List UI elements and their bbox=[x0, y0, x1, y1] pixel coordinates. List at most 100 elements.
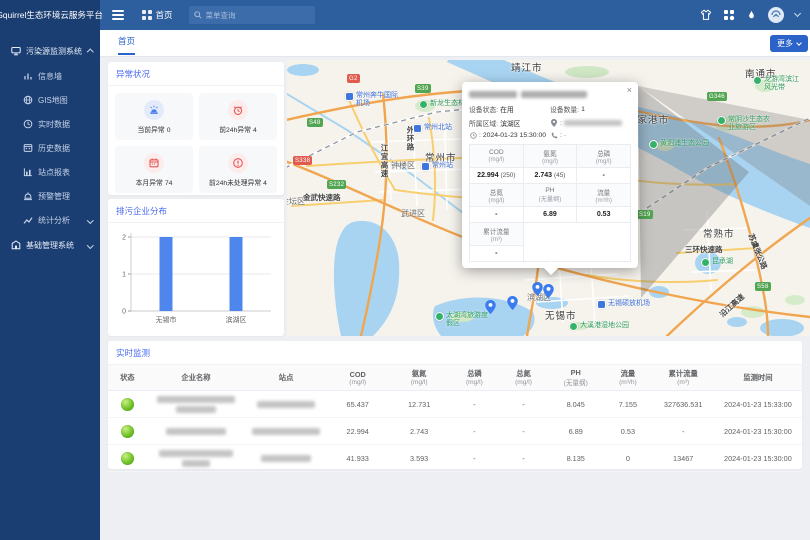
region-field: 所属区域:滨湖区 bbox=[469, 118, 550, 128]
device-pin-icon[interactable] bbox=[543, 284, 554, 298]
metric-value-flow: 0.53 bbox=[577, 207, 631, 223]
alert-manage-icon bbox=[22, 191, 33, 201]
map-poi-airport[interactable]: 常州奔牛国际机场 bbox=[345, 92, 409, 108]
search-input[interactable] bbox=[206, 11, 310, 20]
map-poi-green[interactable]: 黄泗浦生态公园 bbox=[649, 140, 709, 149]
map-poi-green[interactable]: 昆承湖 bbox=[701, 258, 733, 267]
map-poi-green[interactable]: 太湖湾旅游度假区 bbox=[435, 312, 499, 328]
hamburger-menu-icon[interactable] bbox=[112, 10, 124, 20]
map-poi-green[interactable]: 新龙生态林 bbox=[419, 100, 465, 109]
stat-card-current-abnormal[interactable]: 当前异常0 bbox=[115, 93, 193, 140]
map-label-road: 三环快速路 bbox=[685, 244, 723, 255]
search-icon bbox=[194, 11, 202, 19]
sidebar-item-alert-manage[interactable]: 预警管理 bbox=[0, 184, 100, 208]
menu-search[interactable] bbox=[189, 6, 315, 24]
bar-无锡市 bbox=[160, 237, 173, 311]
table-row[interactable]: 41.933 3.593 - - 8.135 0 13467 2024-01-2… bbox=[108, 445, 802, 472]
more-button[interactable]: 更多 bbox=[770, 35, 808, 52]
table-row[interactable]: 65.437 12.731 - - 8.045 7.155 327636.531… bbox=[108, 391, 802, 418]
map-poi-airport[interactable]: 无锡硕放机场 bbox=[597, 300, 650, 309]
calendar-icon bbox=[144, 153, 164, 173]
bar-滨湖区 bbox=[230, 237, 243, 311]
status-online-dot bbox=[121, 425, 134, 438]
svg-text:滨湖区: 滨湖区 bbox=[226, 315, 247, 324]
platform-logo: Squirrel生态环境云服务平台 bbox=[0, 0, 100, 30]
company-name-redacted bbox=[147, 445, 245, 472]
sidebar-item-gis-map[interactable]: GIS地图 bbox=[0, 88, 100, 112]
sidebar-section-base-manage[interactable]: 基础管理系统 bbox=[0, 232, 100, 258]
metric-value-total-flow: - bbox=[470, 246, 524, 262]
lake-marker-icon bbox=[701, 258, 710, 267]
road-badge: G346 bbox=[707, 92, 727, 101]
svg-text:无锡市: 无锡市 bbox=[156, 315, 177, 324]
map-poi-green[interactable]: 常阴沙生态农业旅游区 bbox=[717, 116, 783, 132]
station-name-redacted bbox=[245, 418, 327, 445]
stat-card-24h-abnormal[interactable]: 前24h异常4 bbox=[199, 93, 277, 140]
gis-map[interactable]: G2 S39 S48 S338 S232 G42 G346 S19 S229 S… bbox=[287, 60, 810, 336]
sidebar-item-history-data[interactable]: 历史数据 bbox=[0, 136, 100, 160]
airport-marker-icon bbox=[597, 300, 606, 309]
status-online-dot bbox=[121, 398, 134, 411]
road-badge: G2 bbox=[347, 74, 360, 83]
apps-layout-icon[interactable] bbox=[723, 9, 735, 21]
park-marker-icon bbox=[419, 100, 428, 109]
map-label-city: 靖江市 bbox=[511, 60, 543, 74]
map-poi-station[interactable]: 常州北站 bbox=[413, 124, 452, 133]
station-report-icon bbox=[22, 167, 33, 177]
user-avatar[interactable] bbox=[768, 7, 784, 23]
device-pin-icon[interactable] bbox=[507, 296, 518, 310]
map-label-road: 江宜高速 bbox=[379, 144, 390, 178]
map-poi-green[interactable]: 大溪港湿地公园 bbox=[569, 322, 629, 331]
stat-value: 0 bbox=[167, 127, 171, 134]
map-poi-green[interactable]: 龙游湾滨江风光带 bbox=[753, 76, 810, 92]
device-count-field: 设备数量:1 bbox=[550, 104, 631, 114]
map-label-district: 武进区 bbox=[401, 208, 425, 219]
gis-map-icon bbox=[22, 95, 33, 105]
close-icon[interactable]: × bbox=[627, 86, 632, 95]
sidebar-section-pollution-monitor[interactable]: 污染源监测系统 bbox=[0, 38, 100, 64]
panel-title: 异常状况 bbox=[108, 62, 284, 86]
realtime-data-icon bbox=[22, 119, 33, 129]
device-pin-icon[interactable] bbox=[532, 282, 543, 296]
stat-card-month-abnormal[interactable]: 本月异常74 bbox=[115, 146, 193, 193]
phone-field: :· bbox=[550, 132, 631, 139]
realtime-table: 状态 企业名称 站点 COD(mg/l) 氨氮(mg/l) 总磷(mg/l) 总… bbox=[108, 365, 802, 472]
popup-metrics-table: COD(mg/l) 氨氮(mg/l) 总磷(mg/l) 22.994 (250)… bbox=[469, 144, 631, 262]
abnormal-status-panel: 异常状况 当前异常0 前24h异常4 本月异常74 bbox=[108, 62, 284, 195]
clock-icon bbox=[469, 132, 477, 139]
bar-chart: 012无锡市滨湖区 bbox=[108, 223, 284, 342]
realtime-monitor-panel: 实时监测 状态 企业名称 站点 COD(mg/l) 氨氮(mg/l) 总磷(mg… bbox=[108, 341, 802, 469]
metric-value-tp: - bbox=[577, 168, 631, 184]
park-marker-icon bbox=[569, 322, 578, 331]
sidebar-item-stats-analysis[interactable]: 统计分析 bbox=[0, 208, 100, 232]
sidebar-item-info-wall[interactable]: 信息墙 bbox=[0, 64, 100, 88]
device-info-popup: × 设备状态:在用 设备数量:1 所属区域:滨湖区 : :2024-01-23 … bbox=[462, 82, 638, 268]
station-name-redacted bbox=[245, 445, 327, 472]
topbar-actions bbox=[700, 7, 810, 23]
device-pin-icon[interactable] bbox=[485, 300, 496, 314]
svg-text:2: 2 bbox=[122, 235, 126, 242]
table-row[interactable]: 22.994 2.743 - - 6.89 0.53 - 2024-01-23 … bbox=[108, 418, 802, 445]
panel-title: 实时监测 bbox=[108, 341, 802, 365]
park-marker-icon bbox=[435, 312, 444, 321]
flame-icon[interactable] bbox=[746, 9, 757, 21]
map-label-district: 钟楼区 bbox=[391, 160, 415, 171]
sidebar-item-realtime-data[interactable]: 实时数据 bbox=[0, 112, 100, 136]
train-station-marker-icon bbox=[421, 162, 430, 171]
road-badge: S232 bbox=[327, 180, 346, 189]
tab-home[interactable]: 首页 bbox=[118, 35, 135, 55]
metric-value-tn: - bbox=[470, 207, 524, 223]
base-manage-icon bbox=[10, 240, 21, 250]
map-poi-station[interactable]: 常州站 bbox=[421, 162, 453, 171]
park-marker-icon bbox=[717, 116, 726, 125]
road-badge: S338 bbox=[293, 156, 312, 165]
stat-card-24h-unhandled[interactable]: 前24h未处理异常4 bbox=[199, 146, 277, 193]
nav-home[interactable]: 首页 bbox=[142, 9, 173, 21]
history-data-icon bbox=[22, 143, 33, 153]
map-label-road: 金武快速路 bbox=[303, 192, 341, 203]
user-menu-chevron-down-icon[interactable] bbox=[794, 10, 801, 17]
sidebar-item-station-report[interactable]: 站点报表 bbox=[0, 160, 100, 184]
panel-title: 排污企业分布 bbox=[108, 199, 284, 223]
table-header-row: 状态 企业名称 站点 COD(mg/l) 氨氮(mg/l) 总磷(mg/l) 总… bbox=[108, 365, 802, 391]
theme-skin-icon[interactable] bbox=[700, 9, 712, 21]
